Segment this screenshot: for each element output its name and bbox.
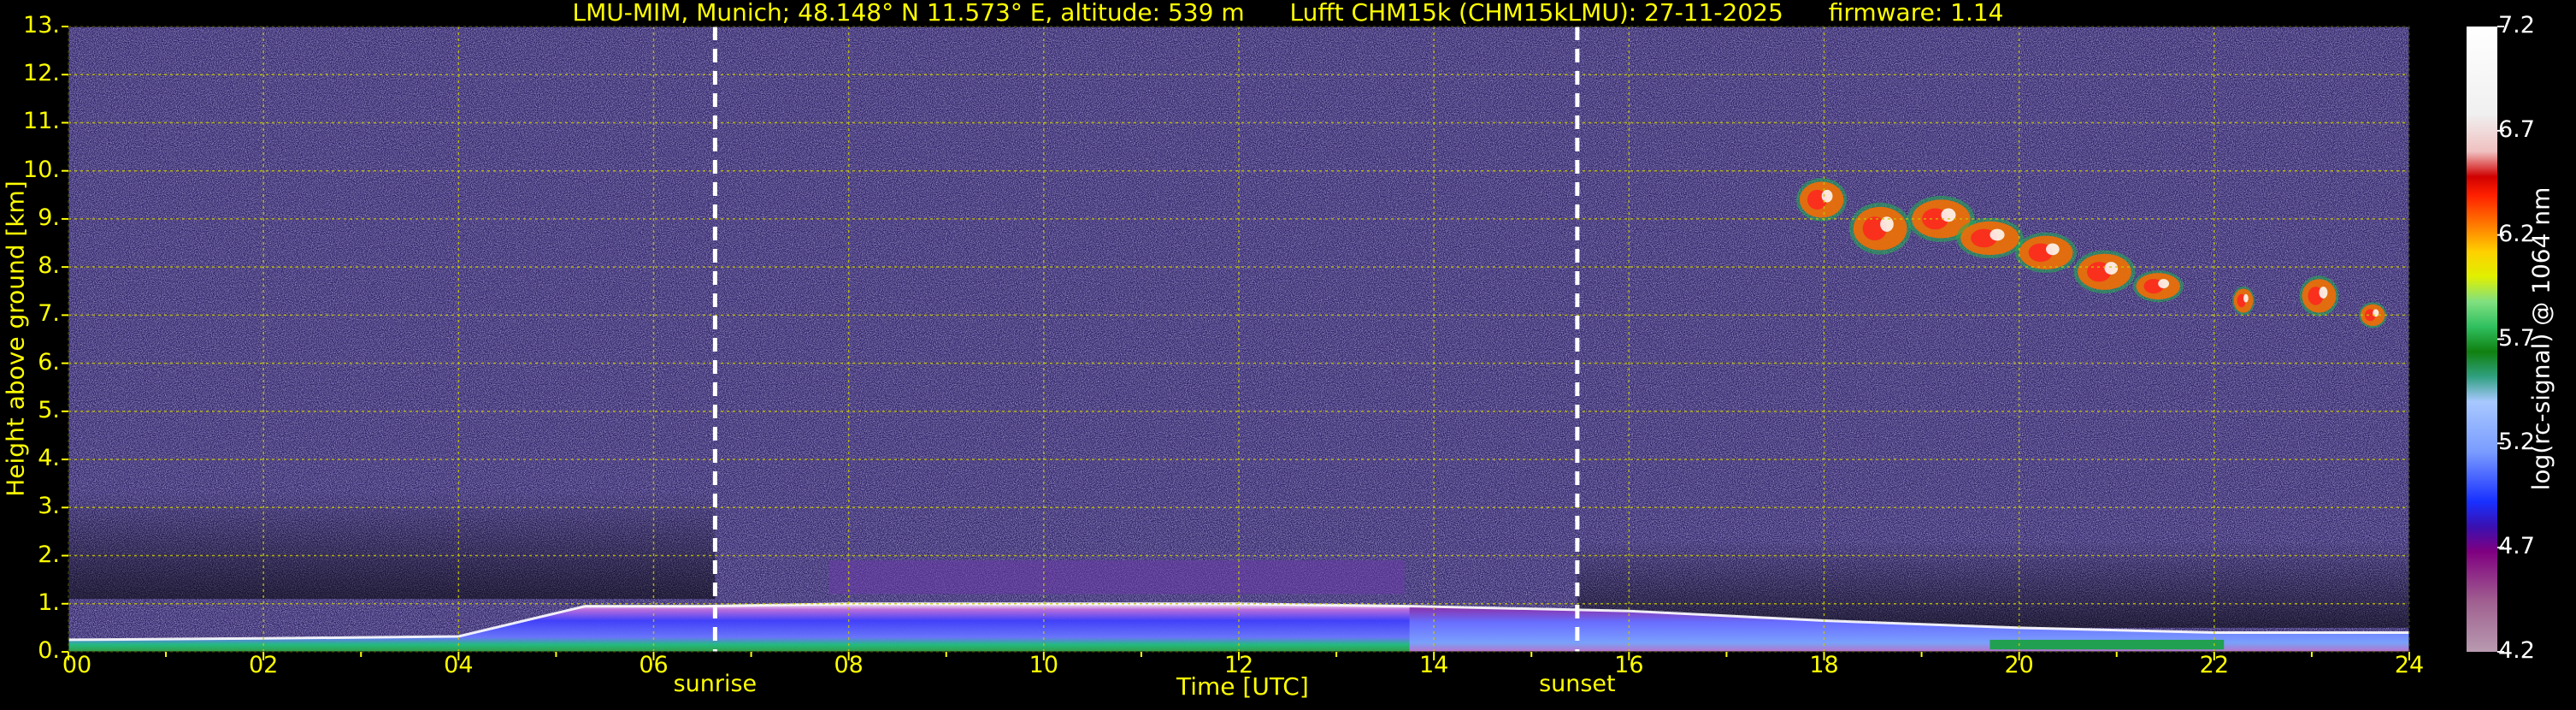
colorbar <box>2467 27 2497 652</box>
y-tick-label: 2. <box>38 541 60 568</box>
x-tick-label: 14 <box>1418 652 1449 678</box>
y-tick-label: 13. <box>23 12 60 38</box>
x-tick-label: 18 <box>1809 652 1839 678</box>
colorbar-tick-label: 6.7 <box>2498 115 2535 143</box>
x-tick-label: 00 <box>62 652 92 678</box>
y-tick-label: 4. <box>38 445 60 472</box>
colorbar-tick-label: 4.2 <box>2498 637 2535 664</box>
night-shade-left <box>68 493 716 600</box>
x-tick-label: 10 <box>1029 652 1058 678</box>
y-tick-label: 8. <box>38 252 60 280</box>
sunset-label: sunset <box>1539 671 1616 697</box>
cirrus-max <box>2243 293 2249 303</box>
x-tick-label: 22 <box>2199 652 2229 678</box>
cirrus-max <box>1989 228 2005 241</box>
title-firmware: firmware: 1.14 <box>1828 0 2004 27</box>
surface-layer <box>1989 639 2225 650</box>
colorbar-tick-label: 5.2 <box>2498 429 2535 456</box>
ceilometer-figure <box>0 0 2576 710</box>
chart-svg <box>62 26 2504 660</box>
title-location: LMU-MIM, Munich; 48.148° N 11.573° E, al… <box>572 0 1245 27</box>
colorbar-tick-label: 5.7 <box>2498 324 2535 352</box>
x-tick-label: 12 <box>1223 652 1254 678</box>
x-tick-label: 24 <box>2394 652 2425 678</box>
y-tick-label: 10. <box>23 156 60 183</box>
sunrise-label: sunrise <box>673 671 757 697</box>
y-tick-label: 3. <box>38 493 60 520</box>
x-tick-label: 08 <box>834 652 864 678</box>
y-tick-label: 1. <box>38 589 60 616</box>
chart-title: LMU-MIM, Munich; 48.148° N 11.573° E, al… <box>0 0 2576 27</box>
title-instrument: Lufft CHM15k (CHM15kLMU): 27-11-2025 <box>1289 0 1783 27</box>
x-tick-label: 04 <box>444 652 474 678</box>
colorbar-tick-label: 6.2 <box>2498 220 2535 247</box>
cirrus-max <box>1941 208 1956 222</box>
y-tick-label: 11. <box>23 108 60 135</box>
colorbar-tick-label: 4.7 <box>2498 533 2535 560</box>
y-tick-label: 7. <box>38 300 60 328</box>
y-tick-label: 12. <box>23 60 60 87</box>
x-tick-label: 02 <box>248 652 279 678</box>
cirrus-max <box>2104 262 2119 275</box>
residual-layer <box>828 560 1405 595</box>
cirrus-max <box>2046 243 2060 256</box>
cirrus-max <box>1821 189 1833 203</box>
cirrus-max <box>2319 287 2328 299</box>
cirrus-max <box>2158 279 2170 288</box>
y-tick-label: 9. <box>38 204 60 231</box>
y-tick-label: 5. <box>38 396 60 423</box>
colorbar-tick-label: 7.2 <box>2498 12 2535 38</box>
y-tick-label: 6. <box>38 348 60 376</box>
x-tick-label: 20 <box>2004 652 2034 678</box>
